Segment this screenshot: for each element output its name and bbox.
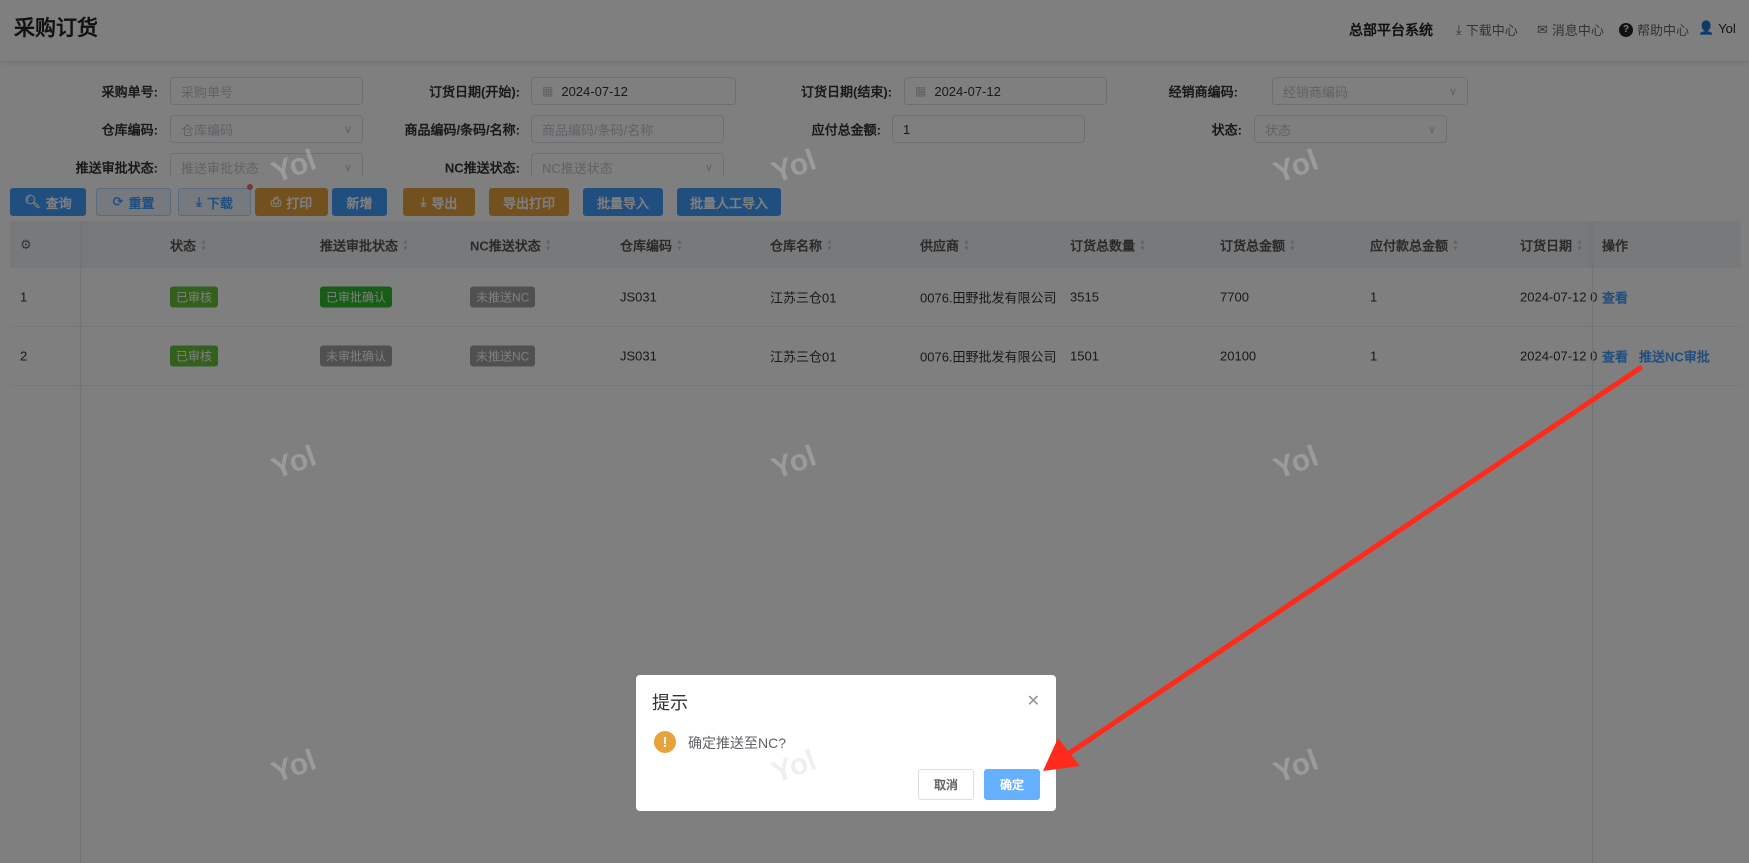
confirm-button[interactable]: 确定 xyxy=(984,769,1040,800)
dialog-message: 确定推送至NC? xyxy=(688,735,787,751)
cancel-button[interactable]: 取消 xyxy=(918,769,974,800)
confirm-dialog: 提示 ✕ ! 确定推送至NC? 取消 确定 xyxy=(636,675,1056,811)
dialog-title: 提示 xyxy=(652,693,688,713)
close-icon[interactable]: ✕ xyxy=(1027,691,1040,711)
warning-icon: ! xyxy=(654,731,676,753)
